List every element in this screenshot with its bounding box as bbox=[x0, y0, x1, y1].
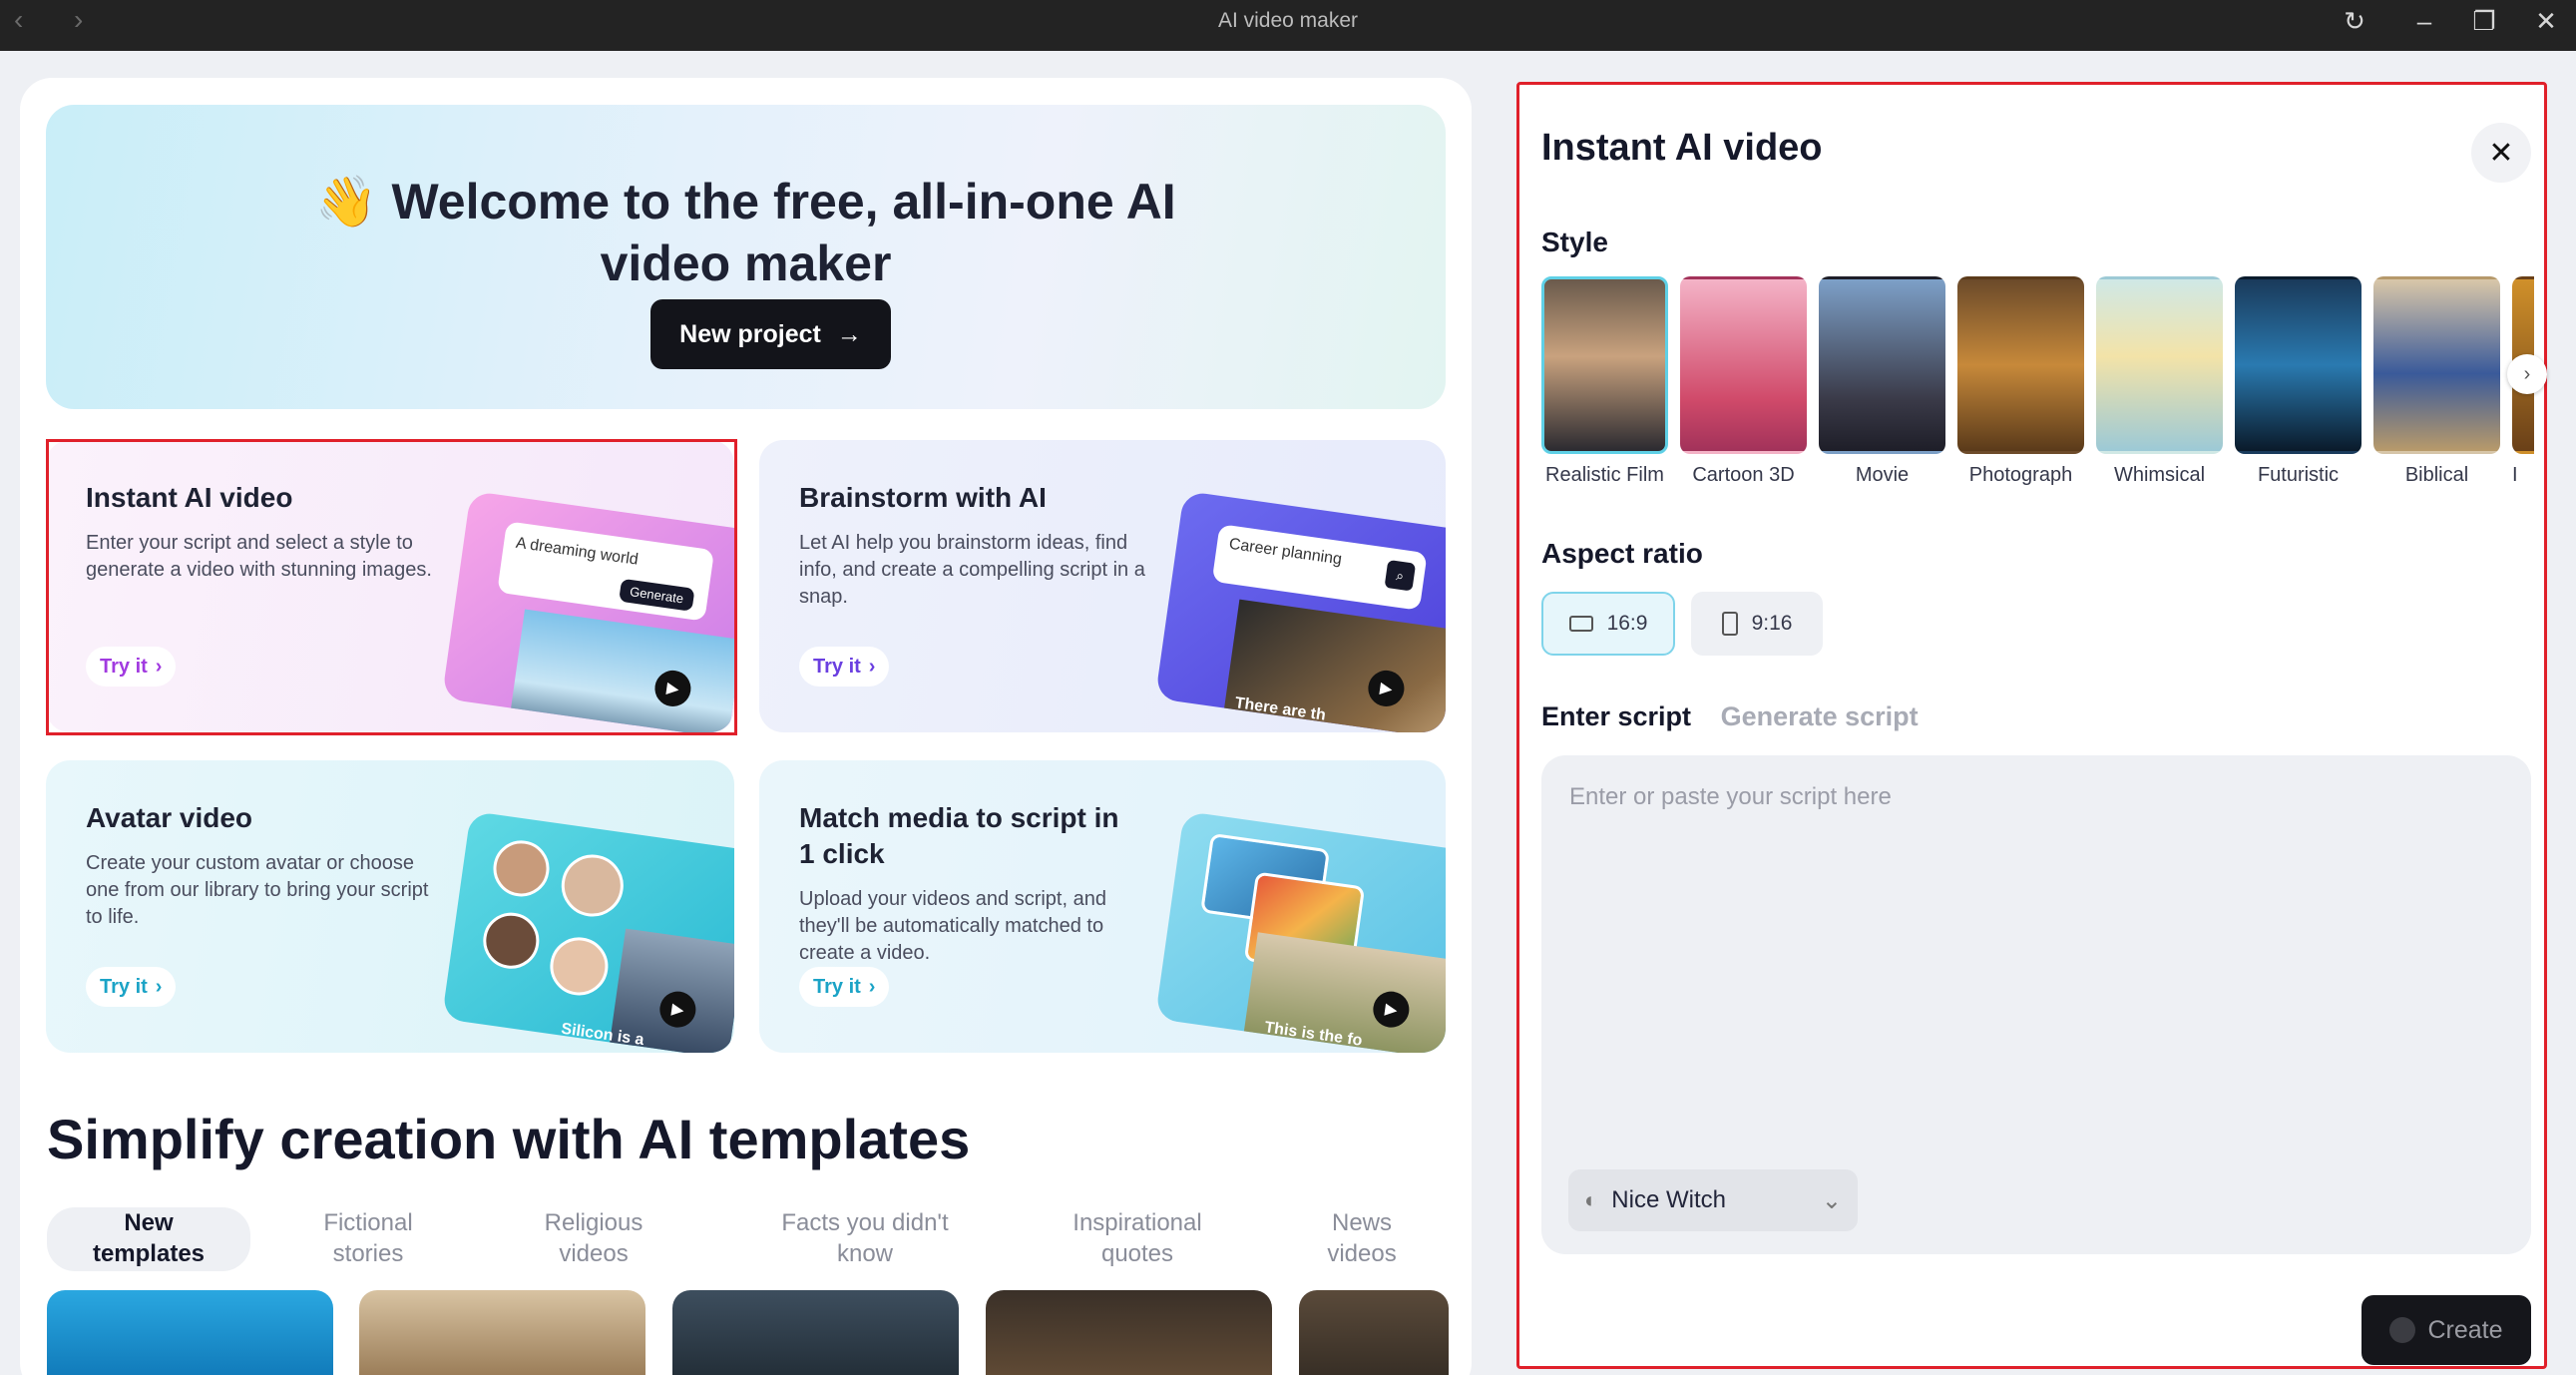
style-biblical[interactable]: Biblical bbox=[2373, 276, 2500, 487]
style-thumbnail bbox=[1819, 276, 1945, 454]
tab-new-templates[interactable]: Newtemplates bbox=[47, 1207, 250, 1271]
tab-inspirational-quotes[interactable]: Inspirationalquotes bbox=[1023, 1207, 1252, 1271]
script-editor: ◐ Nice Witch ⌄ bbox=[1541, 755, 2531, 1254]
style-cartoon-3d[interactable]: Cartoon 3D bbox=[1680, 276, 1807, 487]
card-description: Let AI help you brainstorm ideas, find i… bbox=[799, 530, 1148, 611]
minimize-icon[interactable]: – bbox=[2404, 2, 2444, 40]
style-futuristic[interactable]: Futuristic bbox=[2235, 276, 2361, 487]
chevron-right-icon: › bbox=[156, 656, 163, 679]
tab-fictional-stories[interactable]: Fictionalstories bbox=[268, 1207, 468, 1271]
style-thumbnail bbox=[1541, 276, 1668, 454]
instant-video-illustration: A dreaming world Generate ▶ bbox=[442, 491, 734, 732]
voice-select[interactable]: ◐ Nice Witch ⌄ bbox=[1568, 1169, 1858, 1231]
chevron-right-icon: › bbox=[869, 976, 876, 999]
template-thumbnail[interactable] bbox=[1299, 1290, 1449, 1375]
avatar bbox=[490, 837, 553, 900]
try-it-button[interactable]: Try it› bbox=[799, 967, 889, 1007]
generate-chip: Generate bbox=[619, 579, 695, 612]
template-thumbnail[interactable] bbox=[47, 1290, 333, 1375]
arrow-right-icon: → bbox=[837, 320, 862, 349]
style-whimsical[interactable]: Whimsical bbox=[2096, 276, 2223, 487]
style-movie[interactable]: Movie bbox=[1819, 276, 1945, 487]
loading-icon bbox=[2389, 1317, 2415, 1343]
card-description: Upload your videos and script, and they'… bbox=[799, 886, 1148, 967]
card-title: Instant AI video bbox=[86, 480, 292, 516]
new-project-button[interactable]: New project → bbox=[650, 299, 891, 369]
window-titlebar: ‹ › AI video maker ↻ – ❐ ✕ bbox=[0, 0, 2576, 51]
restore-icon[interactable]: ❐ bbox=[2464, 2, 2504, 40]
card-avatar-video[interactable]: Avatar video Create your custom avatar o… bbox=[46, 760, 734, 1053]
card-instant-ai-video[interactable]: Instant AI video Enter your script and s… bbox=[46, 440, 734, 732]
style-photograph[interactable]: Photograph bbox=[1957, 276, 2084, 487]
close-icon[interactable]: ✕ bbox=[2471, 123, 2531, 183]
templates-title: Simplify creation with AI templates bbox=[47, 1107, 970, 1171]
hero-banner: 👋 Welcome to the free, all-in-one AI vid… bbox=[46, 105, 1446, 409]
card-title: Match media to script in1 click bbox=[799, 800, 1119, 872]
style-thumbnail bbox=[1680, 276, 1807, 454]
style-thumbnail bbox=[2096, 276, 2223, 454]
try-it-button[interactable]: Try it› bbox=[86, 647, 176, 687]
avatar bbox=[547, 934, 613, 1000]
instant-ai-video-panel: Instant AI video ✕ Style Realistic Film … bbox=[1516, 82, 2547, 1369]
landscape-icon bbox=[1569, 616, 1593, 632]
template-thumbnail[interactable] bbox=[672, 1290, 959, 1375]
script-input[interactable] bbox=[1541, 755, 2531, 1135]
chevron-right-icon: › bbox=[156, 976, 163, 999]
panel-title: Instant AI video bbox=[1541, 127, 1823, 170]
style-realistic-film[interactable]: Realistic Film bbox=[1541, 276, 1668, 487]
tab-enter-script[interactable]: Enter script bbox=[1541, 701, 1691, 731]
aspect-16-9-button[interactable]: 16:9 bbox=[1541, 592, 1675, 656]
template-thumbnail[interactable] bbox=[986, 1290, 1272, 1375]
window-title: AI video maker bbox=[0, 0, 2576, 51]
card-description: Create your custom avatar or choose one … bbox=[86, 850, 435, 931]
style-thumbnail bbox=[1957, 276, 2084, 454]
chevron-right-icon: › bbox=[869, 656, 876, 679]
template-thumbnail[interactable] bbox=[359, 1290, 645, 1375]
home-panel: 👋 Welcome to the free, all-in-one AI vid… bbox=[20, 78, 1472, 1375]
aspect-ratio-label: Aspect ratio bbox=[1541, 538, 1703, 570]
card-match-media[interactable]: Match media to script in1 click Upload y… bbox=[759, 760, 1446, 1053]
tab-facts[interactable]: Facts you didn'tknow bbox=[740, 1207, 990, 1271]
style-picker: Realistic Film Cartoon 3D Movie Photogra… bbox=[1541, 276, 2534, 496]
card-description: Enter your script and select a style to … bbox=[86, 530, 435, 584]
wave-emoji-icon: 👋 bbox=[315, 174, 377, 229]
card-title: Brainstorm with AI bbox=[799, 480, 1047, 516]
style-thumbnail bbox=[2373, 276, 2500, 454]
tab-religious-videos[interactable]: Religiousvideos bbox=[494, 1207, 693, 1271]
ocean-scene-image bbox=[508, 610, 734, 732]
style-thumbnail bbox=[2235, 276, 2361, 454]
create-button[interactable]: Create bbox=[2361, 1295, 2531, 1365]
template-thumbnails bbox=[47, 1290, 1454, 1375]
media-illustration: ▶ This is the fo bbox=[1155, 811, 1446, 1053]
avatar bbox=[558, 851, 628, 921]
brainstorm-illustration: Career planning ⌕ ▶ There are th bbox=[1155, 491, 1446, 732]
search-card: Career planning ⌕ bbox=[1212, 524, 1428, 611]
card-title: Avatar video bbox=[86, 800, 252, 836]
avatar-illustration: ▶ Silicon is a bbox=[442, 811, 734, 1053]
portrait-icon bbox=[1722, 612, 1738, 636]
voice-icon: ◐ bbox=[1584, 1187, 1597, 1213]
aspect-9-16-button[interactable]: 9:16 bbox=[1691, 592, 1823, 656]
close-window-icon[interactable]: ✕ bbox=[2526, 2, 2566, 40]
search-icon: ⌕ bbox=[1384, 560, 1416, 592]
template-tabs: Newtemplates Fictionalstories Religiousv… bbox=[47, 1207, 1454, 1271]
style-label: Style bbox=[1541, 227, 1608, 258]
tab-generate-script[interactable]: Generate script bbox=[1721, 701, 1919, 731]
refresh-icon[interactable]: ↻ bbox=[2335, 2, 2374, 40]
script-tabs: Enter script Generate script bbox=[1541, 701, 1919, 732]
try-it-button[interactable]: Try it› bbox=[799, 647, 889, 687]
chevron-down-icon: ⌄ bbox=[1822, 1186, 1842, 1215]
prompt-card: A dreaming world Generate bbox=[497, 521, 714, 622]
chevron-right-icon[interactable]: › bbox=[2507, 354, 2547, 394]
try-it-button[interactable]: Try it› bbox=[86, 967, 176, 1007]
hero-title: 👋 Welcome to the free, all-in-one AI vid… bbox=[46, 171, 1446, 294]
avatar bbox=[480, 909, 543, 972]
card-brainstorm-with-ai[interactable]: Brainstorm with AI Let AI help you brain… bbox=[759, 440, 1446, 732]
tab-news-videos[interactable]: Newsvideos bbox=[1297, 1207, 1427, 1271]
